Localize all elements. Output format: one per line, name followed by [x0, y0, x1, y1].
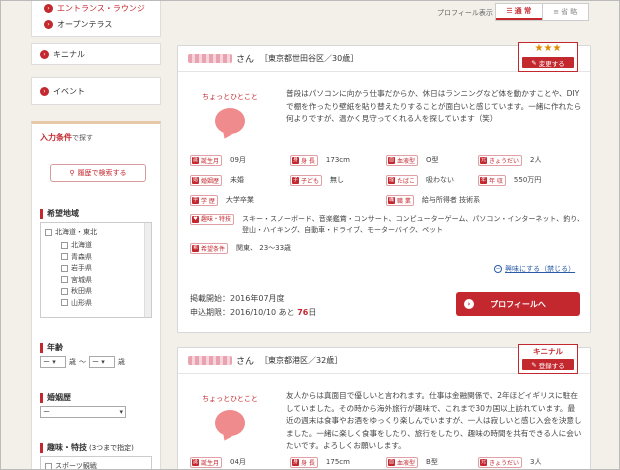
region-item[interactable]: 山形県 — [61, 298, 92, 310]
chevron-right-icon: › — [464, 299, 474, 309]
speech-bubble-icon — [215, 410, 245, 436]
search-panel-title: 入力条件で探す — [40, 133, 93, 142]
star-icons: ★★★ — [534, 43, 562, 54]
marital-title: 婚姻歴 — [40, 392, 71, 403]
sidebar-kininaru[interactable]: › キニナル — [31, 43, 161, 65]
sidebar-event[interactable]: › イベント — [31, 77, 161, 105]
lounge-links-box: › エントランス・ラウンジ › オープンテラス — [31, 1, 161, 37]
chevron-right-icon: › — [40, 49, 49, 59]
attr-blood-type: 血血液型 O型 — [386, 154, 439, 166]
attr-hobby: ♥ 趣味・特技 スキー・スノーボード、音楽鑑賞・コンサート、コンピューターゲーム、… — [190, 214, 586, 236]
checkbox[interactable] — [45, 228, 52, 236]
heart-icon: ♥ — [192, 216, 199, 223]
main-content: さん ［東京都世田谷区／30歳］ ★★★ ✎ 変更する ちょっとひとこと 普段はパ… — [177, 1, 597, 469]
attr-birth-month: 誕誕生月 09月 — [190, 154, 246, 166]
sidebar-link-entrance[interactable]: › エントランス・ラウンジ — [32, 1, 160, 16]
chevron-right-icon: › — [40, 86, 49, 96]
change-rating-button[interactable]: ✎ 変更する — [522, 57, 574, 68]
posting-info: 掲載開始：2016年07月度 申込期限：2016/10/10 あと 76日 — [190, 292, 316, 320]
region-item[interactable]: 宮城県 — [61, 275, 92, 287]
posting-start: 掲載開始：2016年07月度 — [190, 294, 285, 303]
attr-marital: 婚婚姻歴 未婚 — [190, 174, 244, 186]
search-panel: 入力条件で探す ⚲ 履歴で検索する 希望地域 北海道・東北 北海道 青森県 岩手… — [31, 121, 161, 469]
attr-education: 学学 歴大学卒業 — [190, 194, 254, 206]
attr-siblings: 兄きょうだい 2人 — [478, 154, 541, 166]
minus-circle-icon: − — [494, 265, 502, 273]
hobby-title: 趣味・特技 (3つまで指定) — [40, 442, 134, 453]
register-kininaru-button[interactable]: ✎ 登録する — [522, 359, 574, 370]
comment-bubble: ちょっとひとこと — [190, 394, 270, 436]
sidebar-link-open-terrace[interactable]: › オープンテラス — [32, 16, 160, 32]
unfollow-link[interactable]: − 興味にする（禁じる） — [494, 264, 575, 274]
region-list[interactable]: 北海道・東北 北海道 青森県 岩手県 宮城県 秋田県 山形県 — [40, 222, 152, 318]
chevron-right-icon: › — [44, 3, 53, 13]
attr-income: 年年 収 550万円 — [478, 174, 541, 186]
attr-height: 身身 長 175cm — [290, 456, 350, 468]
speech-bubble-icon — [215, 108, 245, 134]
age-range: ー ▾ 歳 〜 ー ▾ 歳 — [40, 356, 125, 368]
profile-button[interactable]: › プロフィールへ — [456, 292, 580, 316]
region-title: 希望地域 — [40, 208, 79, 219]
masked-name — [188, 54, 232, 63]
attr-siblings: 兄きょうだい 3人 — [478, 456, 541, 468]
masked-name — [188, 356, 232, 365]
search-icon: ⚲ — [69, 169, 75, 177]
profile-card: さん ［東京都世田谷区／30歳］ ★★★ ✎ 変更する ちょっとひとこと 普段はパ… — [177, 42, 591, 333]
kininaru-badge: キニナル ✎ 登録する — [518, 344, 578, 374]
attr-wish: 希希望条件 関東、 23～33歳 — [190, 242, 291, 254]
attr-tobacco: 煙たばこ 吸わない — [386, 174, 454, 186]
profile-card: さん ［東京都港区／32歳］ キニナル ✎ 登録する ちょっとひとこと 友人からは… — [177, 344, 591, 469]
history-search-button[interactable]: ⚲ 履歴で検索する — [50, 164, 146, 182]
region-items: 北海道 青森県 岩手県 宮城県 秋田県 山形県 — [61, 240, 92, 309]
region-item[interactable]: 北海道 — [61, 240, 92, 252]
attr-birth-month: 誕誕生月 04月 — [190, 456, 246, 468]
age-to-select[interactable]: ー ▾ — [89, 356, 115, 368]
age-from-select[interactable]: ー ▾ — [40, 356, 66, 368]
pencil-icon: ✎ — [531, 58, 537, 67]
age-title: 年齢 — [40, 342, 63, 353]
marital-select[interactable]: ー ▾ — [40, 406, 126, 418]
posting-deadline: 申込期限：2016/10/10 あと 76日 — [190, 308, 317, 317]
page-frame: › エントランス・ラウンジ › オープンテラス › キニナル › イベント 入力… — [0, 0, 620, 470]
region-item[interactable]: 岩手県 — [61, 263, 92, 275]
intro-text: 普段はパソコンに向かう仕事だからか、休日はランニングなど体を動かすことや、DIY… — [286, 89, 582, 123]
comment-bubble: ちょっとひとこと — [190, 92, 270, 134]
rating-badge: ★★★ ✎ 変更する — [518, 42, 578, 72]
attr-blood-type: 血血液型 B型 — [386, 456, 438, 468]
hobby-list[interactable]: スポーツ観戦 — [40, 456, 152, 469]
attr-height: 身身 長 173cm — [290, 154, 350, 166]
sidebar: › エントランス・ラウンジ › オープンテラス › キニナル › イベント 入力… — [31, 1, 161, 469]
chevron-right-icon: › — [44, 19, 53, 29]
intro-text: 友人からは真面目で優しいと言われます。仕事は金融関係で、2年ほどイギリスに駐在し… — [286, 391, 582, 450]
region-scrollbar[interactable] — [144, 223, 151, 317]
pencil-icon: ✎ — [531, 360, 537, 369]
marital-select-wrap: ー ▾ — [40, 406, 126, 418]
region-item[interactable]: 青森県 — [61, 252, 92, 264]
attr-children: 子子ども 無し — [290, 174, 344, 186]
attr-occupation: 職職 業給与所得者 技術系 — [386, 194, 480, 206]
region-group[interactable]: 北海道・東北 — [45, 227, 97, 237]
region-item[interactable]: 秋田県 — [61, 286, 92, 298]
